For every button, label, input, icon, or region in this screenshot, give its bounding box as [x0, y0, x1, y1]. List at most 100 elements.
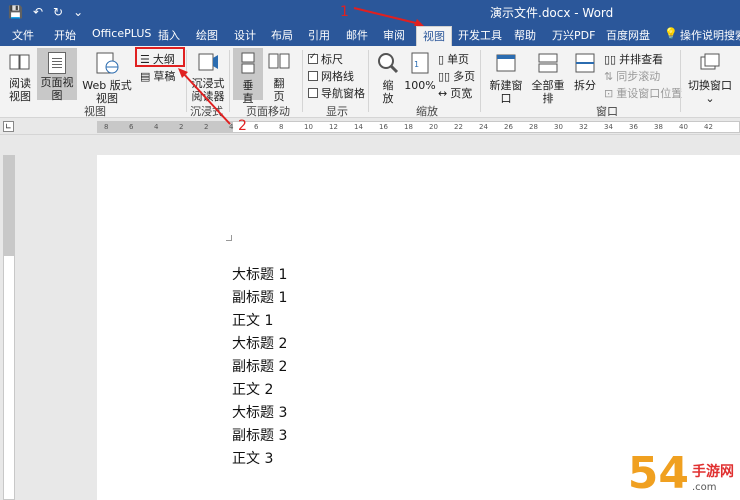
document-line[interactable]: 正文 1 — [232, 312, 273, 330]
undo-icon[interactable]: ↶ — [33, 0, 43, 24]
tab-selector[interactable]: ∟ — [3, 121, 14, 132]
document-line[interactable]: 副标题 1 — [232, 289, 287, 307]
ruler-tick-label: 32 — [579, 123, 588, 131]
lightbulb-icon: 💡 — [664, 27, 678, 40]
ruler-tick-label: 22 — [454, 123, 463, 131]
tab-help[interactable]: 帮助 — [514, 27, 536, 43]
window-title: 演示文件.docx - Word — [490, 6, 614, 20]
ruler-tick-label: 10 — [304, 123, 313, 131]
new-window-icon — [486, 52, 526, 77]
watermark-domain: .com — [692, 482, 717, 493]
document-line[interactable]: 大标题 3 — [232, 404, 287, 422]
chevron-down-icon: ⌄ — [705, 92, 715, 105]
ruler-tick-label: 18 — [404, 123, 413, 131]
gridlines-check[interactable] — [308, 71, 318, 81]
annotation-step-1: 1 — [340, 4, 349, 20]
tab-references[interactable]: 引用 — [308, 27, 330, 43]
page-width-button[interactable]: ↔ 页宽 — [438, 85, 472, 101]
nav-pane-checkbox[interactable]: 导航窗格 — [308, 85, 365, 101]
page-width-icon: ↔ — [438, 86, 448, 100]
save-icon[interactable]: 💾 — [8, 0, 23, 24]
group-label-show: 显示 — [326, 105, 348, 118]
gridlines-checkbox[interactable]: 网格线 — [308, 68, 354, 84]
tell-me-search[interactable]: 操作说明搜索 — [680, 27, 740, 43]
customize-icon[interactable]: ⌄ — [73, 0, 83, 24]
document-line[interactable]: 副标题 2 — [232, 358, 287, 376]
tab-design[interactable]: 设计 — [234, 27, 256, 43]
tab-insert[interactable]: 插入 — [158, 27, 180, 43]
annotation-step-2: 2 — [238, 118, 247, 134]
switch-window-button[interactable]: 切换窗口 ⌄ — [684, 52, 736, 105]
split-button[interactable]: 拆分 — [572, 52, 598, 92]
ruler-tick-label: 12 — [329, 123, 338, 131]
group-separator — [480, 50, 481, 112]
site-watermark: 54 手游网 .com — [628, 452, 734, 496]
new-window-button[interactable]: 新建窗口 — [486, 52, 526, 105]
ruler-tick-label: 26 — [504, 123, 513, 131]
ruler-tick-label: 6 — [129, 123, 134, 131]
group-label-views: 视图 — [84, 105, 106, 118]
ruler-checkbox[interactable]: 标尺 — [308, 51, 343, 67]
document-line[interactable]: 副标题 3 — [232, 427, 287, 445]
multiple-pages-button[interactable]: ▯▯ 多页 — [438, 68, 475, 84]
draft-icon: ▤ — [140, 69, 151, 83]
nav-pane-check[interactable] — [308, 88, 318, 98]
ruler-tick-label: 34 — [604, 123, 613, 131]
zoom-button[interactable]: 缩 放 — [374, 52, 402, 105]
ruler-tick-label: 16 — [379, 123, 388, 131]
one-page-button[interactable]: ▯ 单页 — [438, 51, 469, 67]
sync-scroll-button[interactable]: ⇅ 同步滚动 — [604, 68, 660, 84]
reset-position-icon: ⊡ — [604, 86, 614, 100]
quick-access-toolbar: 💾 ↶ ↻ ⌄ — [0, 0, 83, 24]
group-label-window: 窗口 — [596, 105, 618, 118]
document-line[interactable]: 正文 2 — [232, 381, 273, 399]
arrange-all-button[interactable]: 全部重排 — [528, 52, 568, 105]
split-icon — [572, 52, 598, 77]
view-side-by-side-button[interactable]: ▯▯ 并排查看 — [604, 51, 663, 67]
ribbon: 阅读 视图 页面视图 Web 版式视图 ☰ 大纲 ▤ 草稿 视图 沉浸式 阅读器… — [0, 46, 740, 118]
group-separator — [368, 50, 369, 112]
side-by-side-icon: ▯▯ — [604, 52, 617, 66]
tab-home[interactable]: 开始 — [54, 27, 76, 43]
svg-text:1: 1 — [414, 60, 419, 69]
tab-file[interactable]: 文件 — [12, 27, 34, 43]
redo-icon[interactable]: ↻ — [53, 0, 63, 24]
ruler-tick-label: 14 — [354, 123, 363, 131]
tab-wondershare-pdf[interactable]: 万兴PDF — [552, 27, 595, 43]
switch-window-icon — [684, 52, 736, 77]
magnifier-icon — [374, 52, 402, 77]
side-pages-icon — [266, 52, 292, 75]
tab-baidu-netdisk[interactable]: 百度网盘 — [606, 27, 650, 43]
print-layout-button[interactable]: 页面视图 — [37, 48, 77, 102]
one-page-icon: ▯ — [438, 52, 445, 66]
reset-window-position-button[interactable]: ⊡ 重设窗口位置 — [604, 85, 682, 101]
ruler-tick-label: 28 — [529, 123, 538, 131]
ruler-tick-label: 42 — [704, 123, 713, 131]
vertical-ruler-margin — [4, 156, 14, 256]
annotation-arrow-2 — [178, 68, 231, 125]
tab-draw[interactable]: 绘图 — [196, 27, 218, 43]
ruler-tick-label: 6 — [254, 123, 259, 131]
tab-layout[interactable]: 布局 — [271, 27, 293, 43]
zoom-100-button[interactable]: 1 100% — [404, 52, 436, 92]
ruler-tick-label: 30 — [554, 123, 563, 131]
tab-officeplus[interactable]: OfficePLUS — [92, 27, 151, 40]
side-to-side-button[interactable]: 翻 页 — [266, 52, 292, 103]
ruler-tick-label: 8 — [279, 123, 284, 131]
vertical-ruler — [3, 155, 15, 500]
web-layout-button[interactable]: Web 版式视图 — [78, 52, 136, 105]
sync-scroll-icon: ⇅ — [604, 69, 614, 83]
group-label-page-movement: 页面移动 — [246, 105, 290, 118]
annotation-arrow-1 — [353, 7, 424, 26]
document-line[interactable]: 正文 3 — [232, 450, 273, 468]
hundred-percent-icon: 1 — [404, 52, 436, 77]
ruler-tick-label: 8 — [104, 123, 109, 131]
ruler-check[interactable] — [308, 52, 318, 64]
ruler-tick-label: 40 — [679, 123, 688, 131]
book-icon — [6, 52, 34, 75]
read-mode-button[interactable]: 阅读 视图 — [6, 52, 34, 103]
tab-developer[interactable]: 开发工具 — [458, 27, 502, 43]
margin-corner-mark — [226, 235, 232, 241]
document-line[interactable]: 大标题 2 — [232, 335, 287, 353]
document-line[interactable]: 大标题 1 — [232, 266, 287, 284]
